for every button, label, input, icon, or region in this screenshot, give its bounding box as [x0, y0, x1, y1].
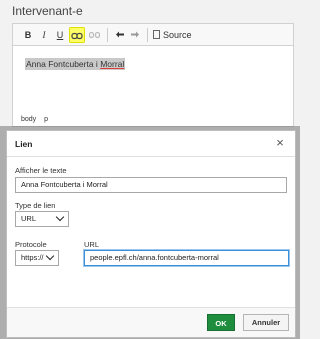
link-button[interactable]: [69, 27, 85, 43]
url-label: URL: [84, 240, 100, 249]
redo-button[interactable]: [128, 27, 142, 43]
protocol-value: https://: [21, 253, 44, 262]
unlink-button[interactable]: [87, 27, 101, 43]
link-type-select[interactable]: URL: [15, 211, 69, 227]
bold-button[interactable]: B: [21, 27, 35, 43]
link-type-value: URL: [21, 214, 37, 223]
chevron-down-icon: [55, 212, 65, 222]
protocol-select[interactable]: https://: [15, 250, 59, 266]
toolbar-divider: [147, 28, 148, 42]
selected-text-prefix: Anna Fontcuberta i: [26, 59, 101, 69]
close-button[interactable]: ×: [273, 136, 287, 150]
dialog-title: Lien: [15, 139, 33, 149]
protocol-label: Protocole: [15, 240, 47, 249]
cancel-button[interactable]: Annuler: [243, 314, 289, 331]
path-p[interactable]: p: [44, 116, 48, 123]
selected-text: Anna Fontcuberta i Morral: [25, 58, 126, 70]
editor-content[interactable]: Anna Fontcuberta i Morral: [25, 58, 126, 70]
source-button[interactable]: Source: [153, 27, 201, 43]
dialog-footer: OK Annuler: [7, 307, 295, 337]
editor-toolbar: B I U Source: [13, 24, 293, 46]
link-type-label: Type de lien: [15, 201, 56, 210]
source-icon: [153, 30, 160, 39]
redo-icon: [131, 31, 139, 38]
source-label: Source: [163, 30, 192, 40]
dialog-header: Lien ×: [7, 131, 295, 157]
rich-text-editor[interactable]: B I U Source Anna Fontcuberta i Morral b…: [12, 23, 294, 127]
underline-button[interactable]: U: [53, 27, 67, 43]
path-body[interactable]: body: [21, 116, 36, 123]
unlink-icon: [88, 31, 100, 39]
selected-text-underlined: Morral: [100, 59, 125, 69]
display-text-input[interactable]: Anna Fontcuberta i Morral: [15, 177, 287, 193]
display-text-label: Afficher le texte: [15, 166, 67, 175]
element-path: body p: [21, 116, 54, 123]
link-dialog: Lien × Afficher le texte Anna Fontcubert…: [6, 130, 296, 338]
link-icon: [71, 32, 83, 40]
undo-button[interactable]: [113, 27, 127, 43]
field-title: Intervenant-e: [12, 4, 83, 18]
ok-button[interactable]: OK: [207, 314, 235, 331]
italic-button[interactable]: I: [37, 27, 51, 43]
toolbar-divider: [107, 28, 108, 42]
chevron-down-icon: [45, 251, 55, 261]
url-input[interactable]: people.epfl.ch/anna.fontcuberta-morral: [84, 250, 289, 266]
close-icon: ×: [276, 135, 284, 150]
undo-icon: [116, 31, 124, 38]
